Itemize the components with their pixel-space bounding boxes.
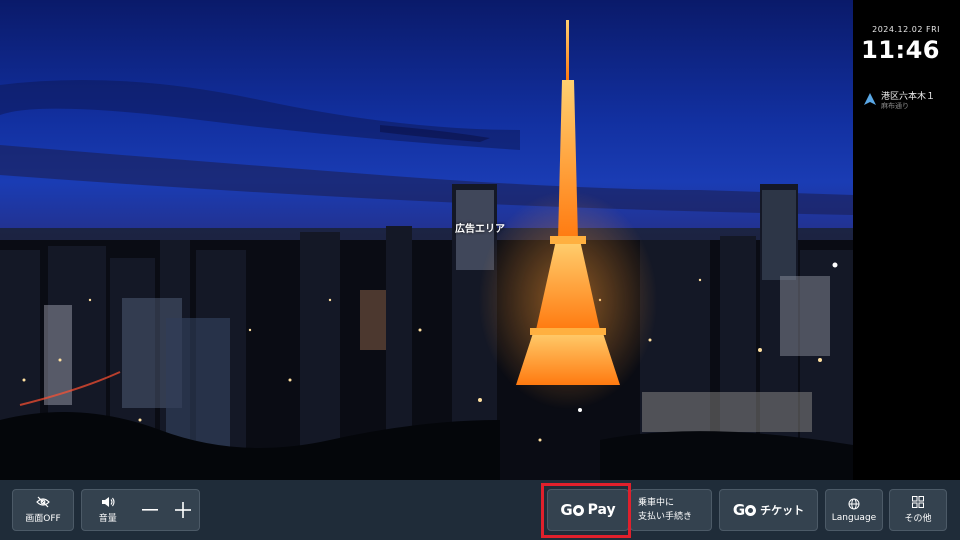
volume-down-button[interactable]	[134, 490, 167, 530]
ad-area: 広告エリア	[0, 0, 853, 480]
go-logo-letter: G	[560, 501, 573, 519]
plus-icon	[174, 502, 191, 518]
date-text: 2024.12.02 FRI	[872, 25, 940, 34]
pay-during-ride-line1: 乗車中に	[638, 498, 675, 508]
gopay-label: Pay	[587, 502, 616, 518]
language-label: Language	[831, 512, 877, 523]
ticket-label: チケット	[760, 504, 805, 517]
go-logo: G	[733, 501, 757, 519]
gopay-button[interactable]: G Pay	[547, 489, 629, 531]
volume-indicator: 音量	[82, 490, 134, 530]
pay-during-ride-line2: 支払い手続き	[638, 512, 693, 522]
bottom-toolbar: 画面OFF 音量 G Pay 乗車中に 支払い手続き G チケット Langua…	[0, 480, 960, 540]
pay-during-ride-button[interactable]: 乗車中に 支払い手続き	[630, 489, 712, 531]
status-panel: 2024.12.02 FRI 11:46 港区六本木１ 麻布通り	[853, 0, 960, 480]
city-night-image	[0, 20, 853, 480]
language-button[interactable]: Language	[825, 489, 883, 531]
go-logo-letter: G	[732, 501, 746, 519]
volume-up-button[interactable]	[166, 490, 199, 530]
screen-off-label: 画面OFF	[25, 514, 61, 524]
other-button[interactable]: その他	[889, 489, 947, 531]
navigation-arrow-icon	[864, 93, 876, 105]
eye-slash-icon	[36, 496, 50, 508]
minus-icon	[141, 509, 158, 511]
speaker-icon	[101, 497, 115, 507]
globe-icon	[848, 498, 860, 509]
clock-time: 11:46	[861, 36, 940, 64]
volume-label: 音量	[98, 514, 117, 524]
other-label: その他	[904, 514, 932, 524]
volume-control: 音量	[81, 489, 200, 531]
ad-area-label: 広告エリア	[455, 224, 505, 235]
grid-icon	[912, 496, 924, 508]
go-ticket-button[interactable]: G チケット	[719, 489, 818, 531]
screen-off-button[interactable]: 画面OFF	[12, 489, 74, 531]
current-street: 麻布通り	[881, 102, 909, 110]
go-logo: G	[560, 501, 584, 519]
